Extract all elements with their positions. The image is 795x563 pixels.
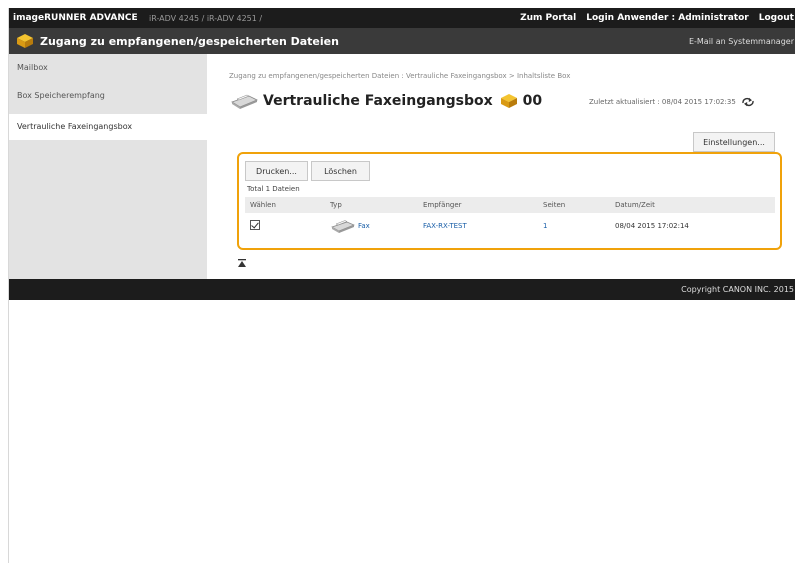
device-host-label: iR-ADV 4245 / iR-ADV 4251 /: [149, 13, 263, 23]
datetime-cell: 08/04 2015 17:02:14: [615, 222, 689, 230]
top-bar: imageRUNNER ADVANCE iR-ADV 4245 / iR-ADV…: [9, 8, 795, 28]
last-updated: Zuletzt aktualisiert : 08/04 2015 17:02:…: [589, 97, 755, 107]
total-files-count: Total 1 Dateien: [247, 185, 300, 193]
pages-link[interactable]: 1: [543, 222, 547, 230]
table-row: Fax FAX-RX-TEST 1 08/04 2015 17:02:14: [245, 213, 775, 239]
file-type-link[interactable]: Fax: [358, 222, 370, 230]
scroll-to-top-icon[interactable]: [237, 258, 247, 268]
mail-admin-link[interactable]: E-Mail an Systemmanager: [689, 37, 795, 46]
page-section-title: Zugang zu empfangenen/gespeicherten Date…: [40, 34, 339, 48]
sidebar-item-mailbox[interactable]: Mailbox: [9, 54, 207, 82]
print-button[interactable]: Drucken...: [245, 161, 308, 181]
breadcrumb: Zugang zu empfangenen/gespeicherten Date…: [229, 72, 571, 80]
copyright-text: Copyright CANON INC. 2015: [681, 285, 794, 294]
page-title: Vertrauliche Faxeingangsbox: [263, 93, 493, 109]
portal-link[interactable]: Zum Portal: [520, 13, 576, 23]
refresh-icon[interactable]: [741, 97, 755, 107]
select-cell: [245, 220, 330, 232]
table-header: Wählen Typ Empfänger Seiten Datum/Zeit: [245, 197, 775, 213]
last-updated-text: Zuletzt aktualisiert : 08/04 2015 17:02:…: [589, 98, 736, 106]
pages-cell: 1: [543, 222, 615, 230]
page-heading: Vertrauliche Faxeingangsbox 00: [229, 92, 542, 110]
brand-label: imageRUNNER ADVANCE: [13, 13, 138, 23]
row-checkbox[interactable]: [250, 220, 260, 230]
sidebar: Mailbox Box Speicherempfang Vertrauliche…: [9, 54, 207, 279]
column-header-select: Wählen: [250, 201, 276, 209]
login-label: Login Anwender :: [586, 13, 676, 23]
file-table: Wählen Typ Empfänger Seiten Datum/Zeit F…: [245, 197, 775, 239]
box-icon: [500, 94, 517, 108]
sidebar-item-memory-rx[interactable]: Box Speicherempfang: [9, 82, 207, 110]
login-user-name: Administrator: [678, 13, 749, 23]
title-bar: Zugang zu empfangenen/gespeicherten Date…: [9, 28, 795, 54]
column-header-recipient: Empfänger: [423, 201, 462, 209]
logout-link[interactable]: Logout: [759, 13, 794, 23]
recipient-cell: FAX-RX-TEST: [423, 222, 543, 230]
fax-machine-icon: [231, 94, 258, 109]
main-content: Zugang zu empfangenen/gespeicherten Date…: [207, 54, 795, 279]
footer: Copyright CANON INC. 2015: [9, 279, 795, 300]
column-header-pages: Seiten: [543, 201, 566, 209]
sidebar-item-confidential-fax[interactable]: Vertrauliche Faxeingangsbox: [9, 114, 207, 140]
box-icon: [17, 34, 33, 48]
top-bar-links: Zum Portal Login Anwender : Administrato…: [520, 13, 795, 23]
recipient-link[interactable]: FAX-RX-TEST: [423, 222, 467, 230]
column-header-datetime: Datum/Zeit: [615, 201, 655, 209]
fax-document-icon: [331, 220, 355, 233]
app-frame: imageRUNNER ADVANCE iR-ADV 4245 / iR-ADV…: [8, 8, 795, 563]
settings-button[interactable]: Einstellungen...: [693, 132, 775, 152]
type-cell: Fax: [330, 218, 423, 234]
column-header-type: Typ: [330, 201, 342, 209]
delete-button[interactable]: Löschen: [311, 161, 370, 181]
box-number: 00: [522, 93, 543, 109]
login-user-info: Login Anwender : Administrator: [586, 13, 749, 23]
